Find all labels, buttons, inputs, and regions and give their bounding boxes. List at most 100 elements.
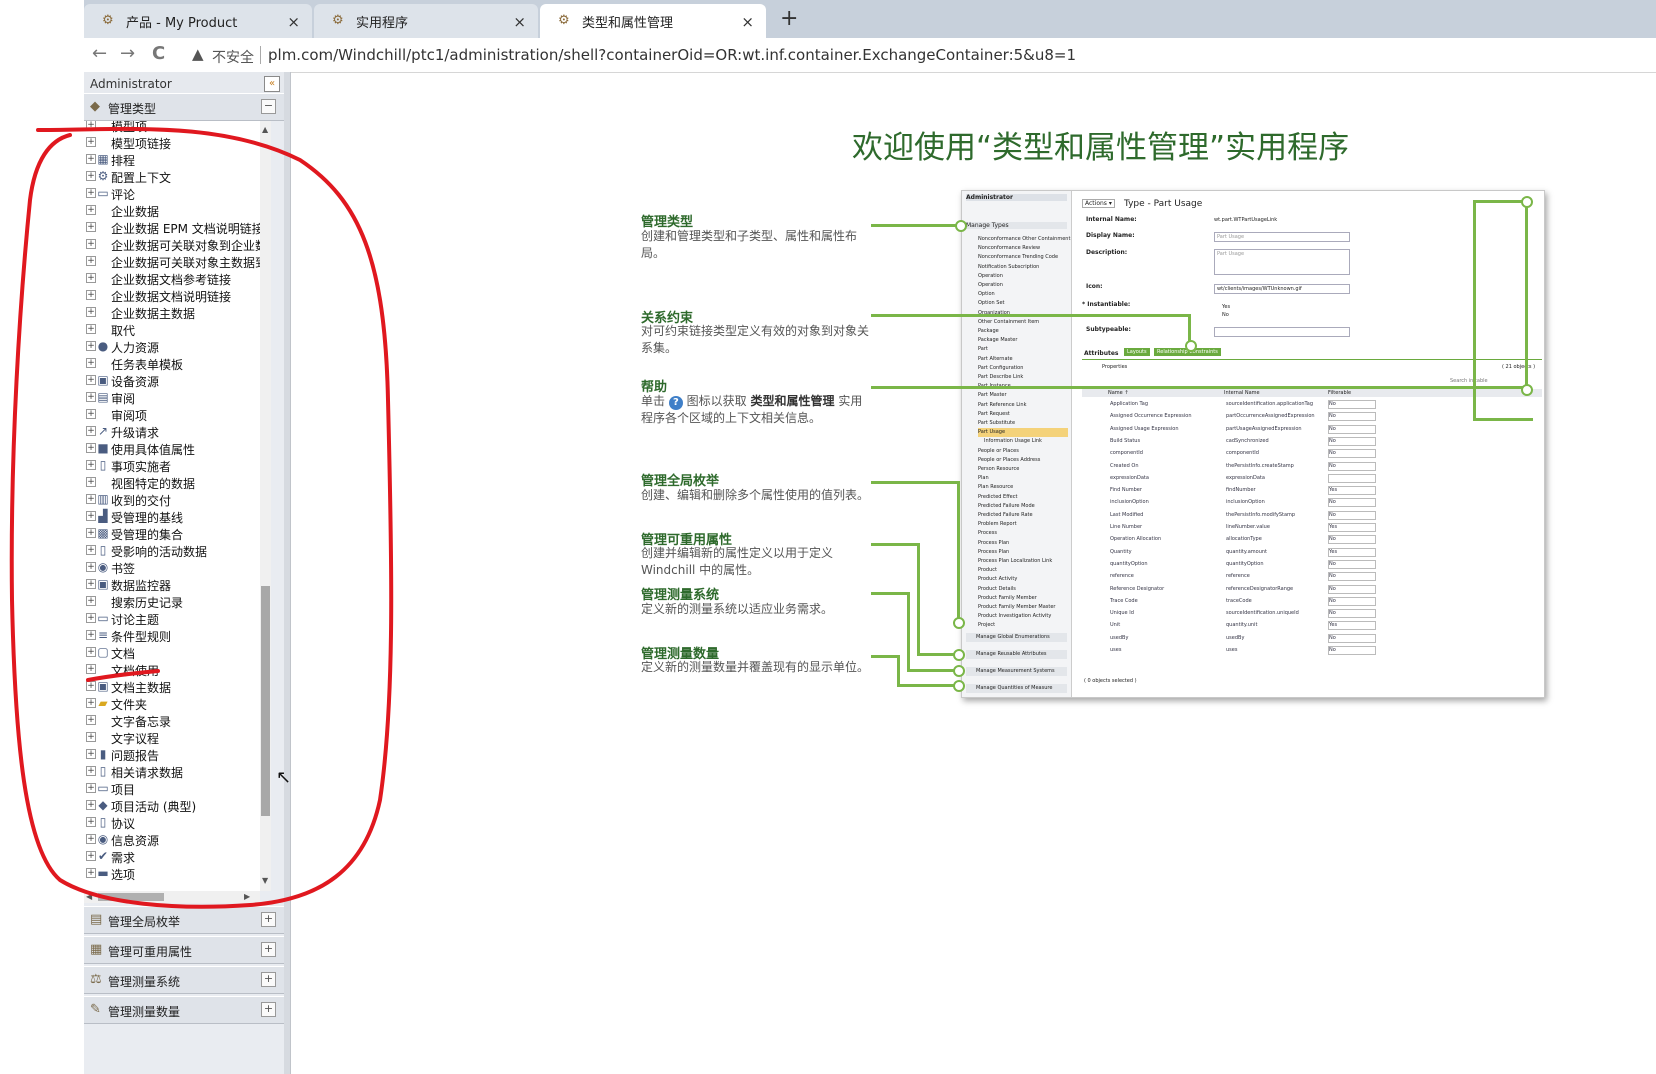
tree-expand-icon[interactable]: +	[86, 375, 96, 385]
tree-expand-icon[interactable]: +	[86, 715, 96, 725]
tree-expand-icon[interactable]: +	[86, 732, 96, 742]
tree-item[interactable]: + 企业数据主数据	[84, 304, 260, 321]
tree-item[interactable]: + ▟ 受管理的基线	[84, 508, 260, 525]
tree-expand-icon[interactable]: +	[86, 392, 96, 402]
tree-item[interactable]: + ▯ 协议	[84, 814, 260, 831]
scroll-left-icon[interactable]: ◀	[86, 892, 92, 901]
tree-expand-icon[interactable]: +	[86, 817, 96, 827]
tree-item[interactable]: + 企业数据 EPM 文档说明链接	[84, 219, 260, 236]
tree-item[interactable]: + 企业数据可关联对象主数据到	[84, 253, 260, 270]
tree-expand-icon[interactable]: +	[86, 783, 96, 793]
tree-expand-icon[interactable]: +	[86, 222, 96, 232]
tree-item[interactable]: + ▭ 项目	[84, 780, 260, 797]
tree-expand-icon[interactable]: +	[86, 273, 96, 283]
tree-item[interactable]: + 企业数据可关联对象到企业数	[84, 236, 260, 253]
tree-item[interactable]: + ▣ 文档主数据	[84, 678, 260, 695]
tree-expand-icon[interactable]: +	[86, 307, 96, 317]
tree-item[interactable]: + 企业数据文档说明链接	[84, 287, 260, 304]
tree-expand-icon[interactable]: +	[86, 494, 96, 504]
tree-expand-icon[interactable]: +	[86, 256, 96, 266]
tree-expand-icon[interactable]: +	[86, 409, 96, 419]
tree-expand-icon[interactable]: +	[86, 868, 96, 878]
tree-item[interactable]: + ↗ 升级请求	[84, 423, 260, 440]
back-arrow-icon[interactable]: ←	[92, 43, 107, 64]
tree-item[interactable]: + ▩ 受管理的集合	[84, 525, 260, 542]
tree-expand-icon[interactable]: +	[86, 749, 96, 759]
tree-expand-icon[interactable]: +	[86, 698, 96, 708]
tree-expand-icon[interactable]: +	[86, 562, 96, 572]
tree-item[interactable]: + 视图特定的数据	[84, 474, 260, 491]
warning-icon[interactable]: ▲	[192, 45, 204, 63]
tree-item[interactable]: + ▭ 讨论主题	[84, 610, 260, 627]
tree-expand-icon[interactable]: +	[86, 579, 96, 589]
tree-item[interactable]: + ▬ 选项	[84, 865, 260, 882]
tree-expand-icon[interactable]: +	[86, 154, 96, 164]
tree-expand-icon[interactable]: +	[86, 121, 96, 130]
browser-tab-type-attribute-management[interactable]: ⚙ 类型和属性管理 ×	[540, 4, 766, 38]
url-text[interactable]: plm.com/Windchill/ptc1/administration/sh…	[268, 46, 1076, 64]
tree-item[interactable]: + ◆ 项目活动 (典型)	[84, 797, 260, 814]
tree-item[interactable]: + 任务表单模板	[84, 355, 260, 372]
tree-item[interactable]: + ▮ 问题报告	[84, 746, 260, 763]
tree-expand-icon[interactable]: +	[86, 341, 96, 351]
tree-expand-icon[interactable]: +	[86, 511, 96, 521]
tree-expand-icon[interactable]: +	[86, 290, 96, 300]
reload-icon[interactable]: C	[152, 43, 165, 64]
tree-expand-icon[interactable]: +	[86, 545, 96, 555]
close-tab-icon[interactable]: ×	[287, 13, 300, 31]
tree-item[interactable]: + ≡ 条件型规则	[84, 627, 260, 644]
tree-expand-icon[interactable]: +	[86, 851, 96, 861]
scroll-down-icon[interactable]: ▼	[262, 876, 268, 885]
tree-item[interactable]: + 取代	[84, 321, 260, 338]
accordion-expand-icon[interactable]: +	[261, 1002, 276, 1017]
tree-item[interactable]: + 文档使用	[84, 661, 260, 678]
tree-item[interactable]: + 文字议程	[84, 729, 260, 746]
tree-item[interactable]: + 审阅项	[84, 406, 260, 423]
tree-item[interactable]: + ● 人力资源	[84, 338, 260, 355]
tree-expand-icon[interactable]: +	[86, 477, 96, 487]
tree-item[interactable]: + ▭ 评论	[84, 185, 260, 202]
tree-expand-icon[interactable]: +	[86, 800, 96, 810]
tree-item[interactable]: + ▥ 收到的交付	[84, 491, 260, 508]
tree-expand-icon[interactable]: +	[86, 630, 96, 640]
tree-item[interactable]: + ▯ 相关请求数据	[84, 763, 260, 780]
new-tab-button[interactable]: +	[780, 6, 798, 31]
tree-expand-icon[interactable]: +	[86, 324, 96, 334]
accordion-expand-icon[interactable]: +	[261, 912, 276, 927]
tree-item[interactable]: + ◉ 信息资源	[84, 831, 260, 848]
browser-tab-utilities[interactable]: ⚙ 实用程序 ×	[314, 4, 538, 38]
tree-item[interactable]: + 企业数据	[84, 202, 260, 219]
tree-item[interactable]: + ▯ 事项实施者	[84, 457, 260, 474]
tree-item[interactable]: + ▯ 受影响的活动数据	[84, 542, 260, 559]
tree-expand-icon[interactable]: +	[86, 647, 96, 657]
tree-item[interactable]: + 企业数据文档参考链接	[84, 270, 260, 287]
tree-scroll-thumb[interactable]	[261, 586, 270, 816]
insecure-label[interactable]: 不安全	[212, 47, 254, 67]
tree-item[interactable]: + 模型项	[84, 121, 260, 134]
tree-item[interactable]: + ⚙ 配置上下文	[84, 168, 260, 185]
tree-expand-icon[interactable]: +	[86, 137, 96, 147]
accordion-manage-reusable-attributes[interactable]: ▦ 管理可重用属性 +	[84, 936, 284, 964]
tree-item[interactable]: + ▦ 排程	[84, 151, 260, 168]
tree-expand-icon[interactable]: +	[86, 171, 96, 181]
tree-expand-icon[interactable]: +	[86, 528, 96, 538]
tree-expand-icon[interactable]: +	[86, 613, 96, 623]
close-tab-icon[interactable]: ×	[513, 13, 526, 31]
tree-expand-icon[interactable]: +	[86, 834, 96, 844]
tree-item[interactable]: + ✔ 需求	[84, 848, 260, 865]
accordion-expand-icon[interactable]: +	[261, 972, 276, 987]
collapse-panel-icon[interactable]: «	[264, 76, 280, 92]
scroll-up-icon[interactable]: ▲	[262, 125, 268, 134]
tree-item[interactable]: + 模型项链接	[84, 134, 260, 151]
tree-item[interactable]: + ■ 使用具体值属性	[84, 440, 260, 457]
tree-item[interactable]: + ▤ 审阅	[84, 389, 260, 406]
tree-item[interactable]: + 搜索历史记录	[84, 593, 260, 610]
tree-expand-icon[interactable]: +	[86, 239, 96, 249]
tree-expand-icon[interactable]: +	[86, 443, 96, 453]
tree-item[interactable]: + 文字备忘录	[84, 712, 260, 729]
tree-expand-icon[interactable]: +	[86, 426, 96, 436]
tree-item[interactable]: + ▢ 文档	[84, 644, 260, 661]
tree-expand-icon[interactable]: +	[86, 460, 96, 470]
close-tab-icon[interactable]: ×	[741, 13, 754, 31]
tree-expand-icon[interactable]: +	[86, 188, 96, 198]
